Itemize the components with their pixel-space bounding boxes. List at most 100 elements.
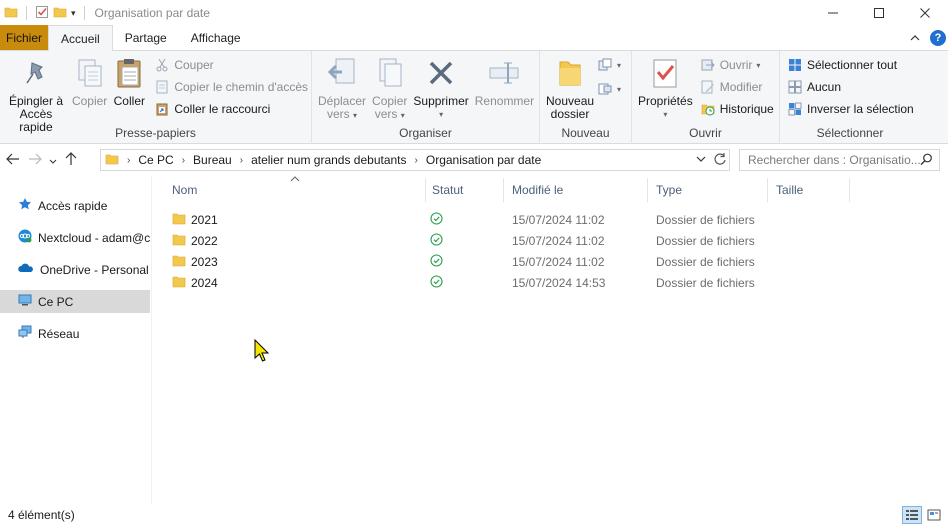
nav-item-ce-pc[interactable]: Ce PC [0,290,150,313]
tab-fichier[interactable]: Fichier [0,25,49,50]
folder-icon [172,275,186,291]
close-button[interactable] [902,0,948,26]
move-to-icon [326,55,358,91]
item-count: 4 élément(s) [8,508,75,522]
select-all-button[interactable]: Sélectionner tout [787,57,914,73]
breadcrumb-ce-pc[interactable]: Ce PC [138,153,173,167]
history-button[interactable]: Historique [700,101,774,117]
nav-item-onedrive[interactable]: OneDrive - Personal [0,258,150,281]
tab-accueil[interactable]: Accueil [48,25,113,51]
column-header-taille[interactable]: Taille [768,178,850,202]
address-dropdown-icon[interactable] [695,152,707,169]
history-icon [700,101,716,117]
search-icon[interactable] [920,153,933,169]
ribbon-tabs: Fichier Accueil Partage Affichage ? [0,25,948,51]
invert-selection-button[interactable]: Inverser la sélection [787,101,914,117]
folder-icon [105,152,119,169]
cut-button[interactable]: Couper [154,57,308,73]
file-type: Dossier de fichiers [656,234,755,248]
chevron-right-icon[interactable]: › [127,155,130,166]
rename-icon [488,55,520,91]
chevron-right-icon[interactable]: › [240,155,243,166]
new-folder-icon[interactable] [53,5,67,22]
breadcrumb-bureau[interactable]: Bureau [193,153,232,167]
copy-path-button[interactable]: Copier le chemin d'accès [154,79,308,95]
group-presse-papiers: Épingler à Accès rapide Copier Coller Co… [0,51,312,144]
tab-partage[interactable]: Partage [113,25,179,50]
file-row[interactable]: 2023 15/07/2024 11:02 Dossier de fichier… [152,251,772,272]
copy-icon [74,55,106,91]
file-date: 15/07/2024 14:53 [512,276,606,290]
column-header-statut[interactable]: Statut [424,178,504,202]
nav-item-reseau[interactable]: Réseau [0,322,150,345]
up-arrow-icon[interactable] [60,151,82,169]
file-type: Dossier de fichiers [656,213,755,227]
new-item-icon [597,57,613,73]
edit-button[interactable]: Modifier [700,79,774,95]
refresh-icon[interactable] [713,152,727,169]
file-row[interactable]: 2022 15/07/2024 11:02 Dossier de fichier… [152,230,772,251]
clipboard-icon [113,55,145,91]
paste-shortcut-button[interactable]: Coller le raccourci [154,101,308,117]
scissors-icon [154,57,170,73]
chevron-right-icon[interactable]: › [415,155,418,166]
help-icon[interactable]: ? [930,30,946,46]
navigation-pane: Accès rapide Nextcloud - adam@c OneDrive… [0,176,152,504]
navigation-row: › Ce PC › Bureau › atelier num grands de… [0,144,948,176]
file-row[interactable]: 2024 15/07/2024 14:53 Dossier de fichier… [152,272,772,293]
open-button[interactable]: Ouvrir ▾ [700,57,774,73]
easy-access-button[interactable]: ▾ [597,81,621,97]
easy-access-icon [597,81,613,97]
address-bar[interactable]: › Ce PC › Bureau › atelier num grands de… [100,149,730,171]
copy-to-icon [374,55,406,91]
column-header-modifie[interactable]: Modifié le [504,178,648,202]
status-bar: 4 élément(s) [0,504,948,526]
select-none-button[interactable]: Aucun [787,79,914,95]
copy-path-icon [154,79,170,95]
file-row[interactable]: 2021 15/07/2024 11:02 Dossier de fichier… [152,209,772,230]
minimize-button[interactable] [810,0,856,26]
sync-ok-icon [430,275,443,291]
search-input[interactable]: Rechercher dans : Organisatio... [739,149,940,171]
customize-qat-icon[interactable]: ▾ [71,8,76,19]
tab-affichage[interactable]: Affichage [179,25,253,50]
nav-item-nextcloud[interactable]: Nextcloud - adam@c [0,226,150,249]
file-name[interactable]: 2024 [191,276,218,290]
back-arrow-icon[interactable] [2,153,24,168]
breadcrumb-atelier[interactable]: atelier num grands debutants [251,153,406,167]
group-organiser: Déplacer vers ▾ Copier vers ▾ Supprimer … [312,51,540,144]
sync-ok-icon [430,254,443,270]
file-name[interactable]: 2022 [191,234,218,248]
nav-item-acces-rapide[interactable]: Accès rapide [0,194,150,217]
group-selectionner: Sélectionner tout Aucun Inverser la séle… [780,51,920,144]
chevron-right-icon[interactable]: › [182,155,185,166]
column-header-nom[interactable]: Nom [164,178,426,202]
group-label-organiser: Organiser [399,126,452,140]
group-ouvrir: Propriétés ▾ Ouvrir ▾ Modifier Historiqu… [632,51,780,144]
collapse-ribbon-icon[interactable] [910,31,920,45]
forward-arrow-icon[interactable] [24,153,46,168]
maximize-button[interactable] [856,0,902,26]
ribbon: Épingler à Accès rapide Copier Coller Co… [0,51,948,144]
large-icons-view-icon[interactable] [924,506,944,524]
file-name[interactable]: 2023 [191,255,218,269]
recent-locations-chevron-icon[interactable] [46,153,60,168]
sync-ok-icon [430,212,443,228]
properties-icon [649,55,681,91]
file-date: 15/07/2024 11:02 [512,255,605,269]
open-icon [700,57,716,73]
details-view-icon[interactable] [902,506,922,524]
column-header-type[interactable]: Type [648,178,768,202]
network-icon [18,325,32,342]
folder-icon [4,5,18,22]
group-label-selectionner: Sélectionner [816,126,884,140]
folder-icon [172,212,186,228]
breadcrumb-organisation[interactable]: Organisation par date [426,153,541,167]
new-item-button[interactable]: ▾ [597,57,621,73]
edit-pencil-icon [700,79,716,95]
file-date: 15/07/2024 11:02 [512,213,605,227]
star-icon [18,197,32,214]
invert-selection-icon [787,101,803,117]
properties-check-icon[interactable] [35,5,49,22]
file-name[interactable]: 2021 [191,213,218,227]
